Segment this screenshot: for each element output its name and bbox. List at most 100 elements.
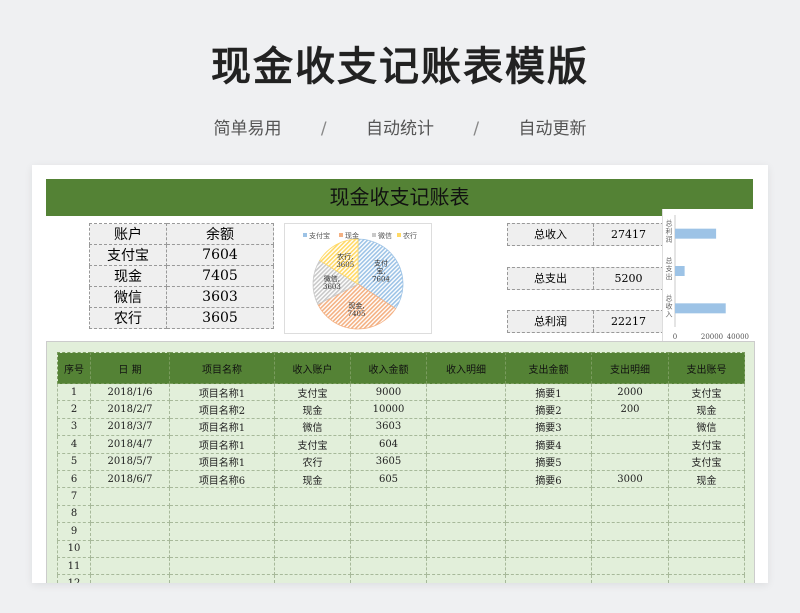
table-cell[interactable]: [591, 574, 669, 583]
table-cell[interactable]: 现金: [274, 469, 351, 489]
balance-account[interactable]: 支付宝: [89, 244, 167, 266]
bar[interactable]: [675, 228, 717, 239]
table-cell[interactable]: 摘要6: [505, 469, 592, 489]
column-header[interactable]: 收入明细: [426, 352, 506, 384]
table-cell[interactable]: 项目名称1: [169, 452, 275, 471]
balance-amount[interactable]: 3603: [166, 286, 274, 308]
table-cell[interactable]: 200: [591, 400, 669, 419]
summary-value[interactable]: 22217: [594, 311, 663, 332]
table-cell[interactable]: [426, 400, 506, 419]
table-cell[interactable]: 2018/1/6: [90, 382, 170, 402]
table-cell[interactable]: 12: [57, 574, 91, 583]
summary-label[interactable]: 总收入: [508, 224, 594, 245]
table-cell[interactable]: 现金: [668, 400, 745, 419]
table-cell[interactable]: [426, 574, 506, 583]
table-cell[interactable]: 2018/5/7: [90, 452, 170, 471]
table-cell[interactable]: [591, 452, 669, 471]
table-cell[interactable]: [591, 487, 669, 506]
table-cell[interactable]: [426, 556, 506, 576]
table-cell[interactable]: [350, 574, 427, 583]
table-cell[interactable]: 2018/6/7: [90, 469, 170, 489]
table-cell[interactable]: [90, 522, 170, 541]
table-cell[interactable]: 5: [57, 452, 91, 471]
column-header[interactable]: 序号: [57, 352, 91, 384]
table-cell[interactable]: 摘要2: [505, 400, 592, 419]
table-cell[interactable]: 支付宝: [274, 382, 351, 402]
table-cell[interactable]: [668, 487, 745, 506]
table-cell[interactable]: [90, 556, 170, 576]
table-cell[interactable]: [426, 435, 506, 454]
table-cell[interactable]: 项目名称1: [169, 435, 275, 454]
table-cell[interactable]: [350, 487, 427, 506]
table-cell[interactable]: 支付宝: [274, 435, 351, 454]
table-cell[interactable]: 9: [57, 522, 91, 541]
table-cell[interactable]: [169, 522, 275, 541]
table-cell[interactable]: [505, 504, 592, 524]
column-header[interactable]: 收入账户: [274, 352, 351, 384]
table-cell[interactable]: [426, 417, 506, 437]
table-cell[interactable]: 现金: [274, 400, 351, 419]
table-cell[interactable]: [350, 556, 427, 576]
table-cell[interactable]: [505, 556, 592, 576]
table-cell[interactable]: [169, 487, 275, 506]
table-cell[interactable]: 2018/4/7: [90, 435, 170, 454]
table-cell[interactable]: 项目名称1: [169, 417, 275, 437]
summary-label[interactable]: 总利润: [508, 311, 594, 332]
table-cell[interactable]: 支付宝: [668, 435, 745, 454]
table-cell[interactable]: [591, 435, 669, 454]
table-cell[interactable]: 摘要3: [505, 417, 592, 437]
bar[interactable]: [675, 266, 685, 276]
balance-account[interactable]: 现金: [89, 265, 167, 287]
bar[interactable]: [675, 303, 726, 314]
table-cell[interactable]: [591, 417, 669, 437]
table-cell[interactable]: 4: [57, 435, 91, 454]
table-cell[interactable]: [591, 522, 669, 541]
table-cell[interactable]: 9000: [350, 382, 427, 402]
column-header[interactable]: 支出金额: [505, 352, 592, 384]
table-cell[interactable]: [505, 487, 592, 506]
table-cell[interactable]: 3605: [350, 452, 427, 471]
table-cell[interactable]: [426, 487, 506, 506]
balance-account[interactable]: 微信: [89, 286, 167, 308]
table-cell[interactable]: [274, 556, 351, 576]
table-cell[interactable]: [90, 539, 170, 558]
table-cell[interactable]: [426, 382, 506, 402]
table-cell[interactable]: [668, 574, 745, 583]
table-cell[interactable]: [668, 539, 745, 558]
balance-amount[interactable]: 7604: [166, 244, 274, 266]
table-cell[interactable]: [668, 504, 745, 524]
table-cell[interactable]: 摘要1: [505, 382, 592, 402]
table-cell[interactable]: [90, 574, 170, 583]
table-cell[interactable]: [426, 522, 506, 541]
balance-amount[interactable]: 3605: [166, 307, 274, 329]
table-cell[interactable]: [591, 504, 669, 524]
balance-account[interactable]: 农行: [89, 307, 167, 329]
table-cell[interactable]: [426, 469, 506, 489]
table-cell[interactable]: [350, 522, 427, 541]
table-cell[interactable]: [668, 522, 745, 541]
balance-header-account[interactable]: 账户: [89, 223, 167, 245]
table-cell[interactable]: 项目名称2: [169, 400, 275, 419]
column-header[interactable]: 支出明细: [591, 352, 669, 384]
table-cell[interactable]: 605: [350, 469, 427, 489]
table-cell[interactable]: [169, 556, 275, 576]
table-cell[interactable]: 2000: [591, 382, 669, 402]
table-cell[interactable]: 7: [57, 487, 91, 506]
column-header[interactable]: 项目名称: [169, 352, 275, 384]
column-header[interactable]: 支出账号: [668, 352, 745, 384]
table-cell[interactable]: 1: [57, 382, 91, 402]
table-cell[interactable]: [90, 504, 170, 524]
balance-header-amount[interactable]: 余额: [166, 223, 274, 245]
table-cell[interactable]: [350, 504, 427, 524]
table-cell[interactable]: [169, 574, 275, 583]
table-cell[interactable]: [505, 522, 592, 541]
summary-value[interactable]: 5200: [594, 268, 663, 289]
column-header[interactable]: 日 期: [90, 352, 170, 384]
table-cell[interactable]: [505, 574, 592, 583]
table-cell[interactable]: 2018/3/7: [90, 417, 170, 437]
table-cell[interactable]: 项目名称6: [169, 469, 275, 489]
table-cell[interactable]: 11: [57, 556, 91, 576]
table-cell[interactable]: 10: [57, 539, 91, 558]
summary-label[interactable]: 总支出: [508, 268, 594, 289]
balance-amount[interactable]: 7405: [166, 265, 274, 287]
